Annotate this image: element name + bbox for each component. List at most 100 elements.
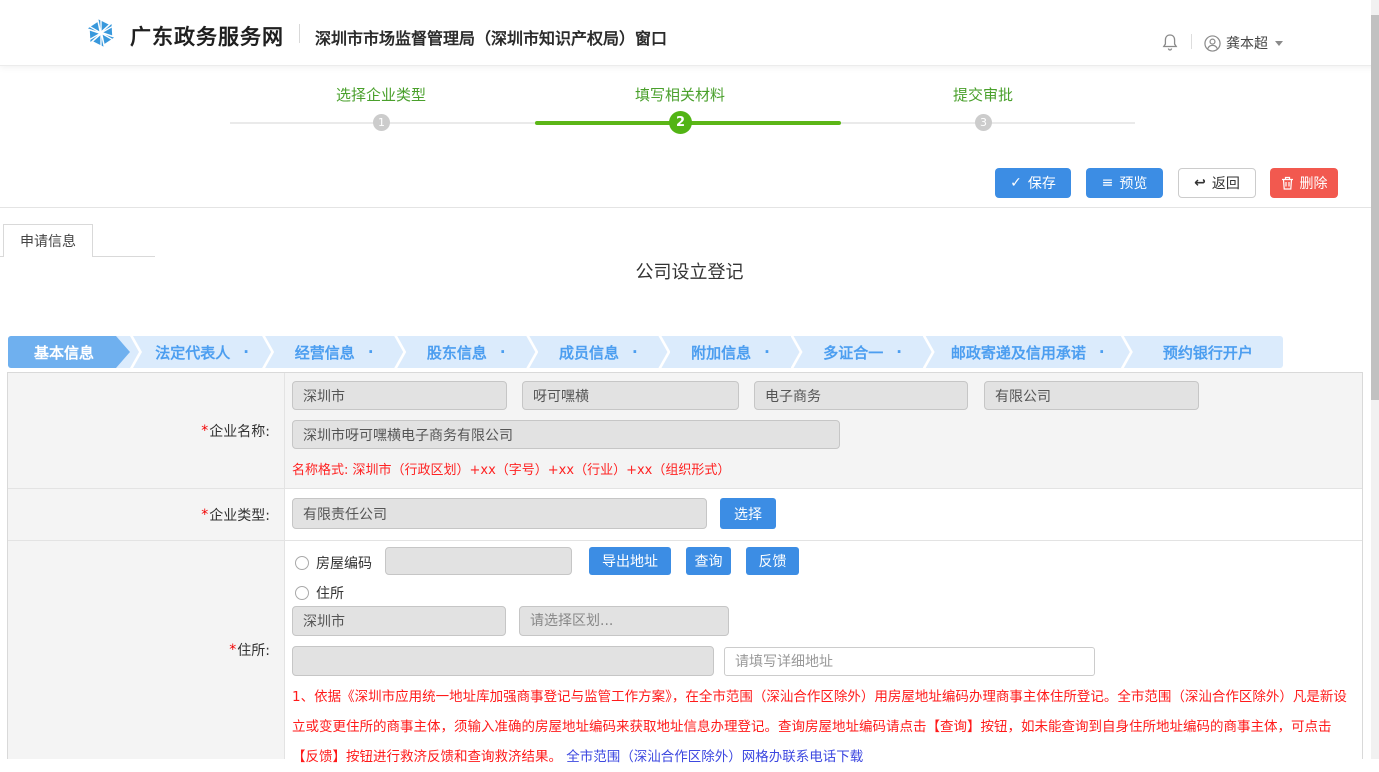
user-icon bbox=[1204, 35, 1221, 52]
company-full-name-input[interactable] bbox=[292, 420, 840, 449]
house-code-radio-label: 房屋编码 bbox=[316, 553, 372, 573]
nav-dot: · bbox=[1099, 343, 1105, 361]
nav-tab-label: 邮政寄递及信用承诺 bbox=[951, 342, 1086, 363]
label-text: 企业名称: bbox=[209, 421, 270, 441]
nav-tab-basic-info[interactable]: 基本信息 bbox=[8, 336, 130, 368]
basic-info-form: * 企业名称: 名称格式: 深圳市（行政区划）+xx（字号）+xx（行业）+xx… bbox=[7, 372, 1363, 759]
required-mark: * bbox=[201, 507, 208, 523]
house-code-input[interactable] bbox=[385, 547, 572, 575]
company-name-region-input[interactable] bbox=[292, 381, 507, 410]
back-button-label: 返回 bbox=[1212, 173, 1240, 193]
address-radio[interactable] bbox=[295, 586, 309, 600]
header-divider-2 bbox=[1191, 34, 1192, 49]
user-name: 龚本超 bbox=[1226, 33, 1268, 53]
export-address-button[interactable]: 导出地址 bbox=[589, 547, 671, 575]
chevron-right-icon bbox=[923, 336, 935, 368]
window-title: 深圳市市场监督管理局（深圳市知识产权局）窗口 bbox=[315, 25, 667, 49]
chevron-right-icon bbox=[394, 336, 406, 368]
scrollbar-track[interactable] bbox=[1371, 0, 1379, 759]
back-button[interactable]: ↩ 返回 bbox=[1178, 168, 1256, 198]
chevron-right-icon bbox=[262, 336, 274, 368]
delete-button[interactable]: 删除 bbox=[1270, 168, 1338, 198]
required-mark: * bbox=[229, 642, 236, 658]
preview-button[interactable]: ≡ 预览 bbox=[1086, 168, 1163, 198]
grid-office-phone-download-link[interactable]: 全市范围（深汕合作区除外）网格办联系电话下载 bbox=[566, 749, 863, 765]
page: 广东政务服务网 深圳市市场监督管理局（深圳市知识产权局）窗口 龚本超 选择企业类… bbox=[0, 0, 1379, 759]
gdzwfw-logo-icon bbox=[84, 16, 118, 50]
step-circle-3: 3 bbox=[975, 114, 992, 131]
preview-button-label: 预览 bbox=[1119, 173, 1147, 193]
nav-dot: · bbox=[632, 343, 638, 361]
address-row: * 住所: 房屋编码 导出地址 查询 反馈 住所 bbox=[8, 541, 1362, 759]
step-label-3: 提交审批 bbox=[873, 84, 1093, 105]
house-code-radio[interactable] bbox=[295, 556, 309, 570]
nav-tab-business-info[interactable]: 经营信息 · bbox=[274, 342, 394, 363]
nav-dot: · bbox=[368, 343, 374, 361]
nav-tab-label: 经营信息 bbox=[295, 342, 355, 363]
brand-title: 广东政务服务网 bbox=[130, 21, 284, 51]
step-circle-1: 1 bbox=[373, 114, 390, 131]
save-button[interactable]: ✓ 保存 bbox=[995, 168, 1071, 198]
list-icon: ≡ bbox=[1102, 176, 1114, 190]
address-city-input[interactable] bbox=[292, 606, 506, 636]
nav-tab-label: 附加信息 bbox=[691, 342, 751, 363]
nav-tab-label: 股东信息 bbox=[427, 342, 487, 363]
nav-tab-label: 多证合一 bbox=[823, 342, 883, 363]
nav-tab-additional-info[interactable]: 附加信息 · bbox=[670, 342, 790, 363]
bell-icon[interactable] bbox=[1162, 33, 1178, 51]
step-circle-2-active: 2 bbox=[669, 111, 692, 134]
query-button[interactable]: 查询 bbox=[686, 547, 731, 575]
chevron-down-icon bbox=[1275, 41, 1283, 46]
nav-tab-label: 成员信息 bbox=[559, 342, 619, 363]
nav-dot: · bbox=[243, 343, 249, 361]
page-title: 公司设立登记 bbox=[0, 258, 1379, 284]
chevron-right-icon bbox=[526, 336, 538, 368]
address-radio-label: 住所 bbox=[316, 583, 344, 603]
check-icon: ✓ bbox=[1010, 176, 1022, 190]
label-text: 企业类型: bbox=[209, 505, 270, 525]
company-name-format-hint: 名称格式: 深圳市（行政区划）+xx（字号）+xx（行业）+xx（组织形式） bbox=[292, 459, 730, 478]
required-mark: * bbox=[201, 423, 208, 439]
nav-tab-multi-license[interactable]: 多证合一 · bbox=[803, 342, 923, 363]
save-button-label: 保存 bbox=[1028, 173, 1056, 193]
address-street-input[interactable] bbox=[292, 646, 714, 676]
nav-tab-shareholder-info[interactable]: 股东信息 · bbox=[406, 342, 526, 363]
nav-dot: · bbox=[764, 343, 770, 361]
chevron-right-icon bbox=[1121, 336, 1133, 368]
company-name-orgform-input[interactable] bbox=[984, 381, 1199, 410]
nav-tab-label: 预约银行开户 bbox=[1163, 342, 1253, 363]
step-label-2: 填写相关材料 bbox=[570, 84, 790, 105]
company-name-label: * 企业名称: bbox=[8, 373, 285, 488]
step-label-1: 选择企业类型 bbox=[271, 84, 491, 105]
address-district-select[interactable] bbox=[519, 606, 729, 636]
header-divider bbox=[299, 24, 300, 43]
feedback-button[interactable]: 反馈 bbox=[746, 547, 799, 575]
user-menu[interactable]: 龚本超 bbox=[1204, 33, 1283, 53]
company-name-row: * 企业名称: 名称格式: 深圳市（行政区划）+xx（字号）+xx（行业）+xx… bbox=[8, 373, 1362, 489]
chevron-right-icon bbox=[658, 336, 670, 368]
company-type-label: * 企业类型: bbox=[8, 489, 285, 540]
address-detail-input[interactable] bbox=[724, 647, 1095, 676]
nav-tab-bank-appointment[interactable]: 预约银行开户 bbox=[1133, 342, 1283, 363]
nav-tab-legal-representative[interactable]: 法定代表人 · bbox=[142, 342, 262, 363]
chevron-right-icon bbox=[791, 336, 803, 368]
top-header: 广东政务服务网 深圳市市场监督管理局（深圳市知识产权局）窗口 龚本超 bbox=[0, 0, 1379, 66]
tab-application-info[interactable]: 申请信息 bbox=[3, 224, 93, 257]
scrollbar-thumb[interactable] bbox=[1371, 15, 1379, 400]
back-arrow-icon: ↩ bbox=[1194, 176, 1206, 190]
form-section-nav: 基本信息 法定代表人 · 经营信息 · 股东信息 · 成员信息 · 附加信息 ·… bbox=[8, 336, 1283, 368]
company-name-tradename-input[interactable] bbox=[522, 381, 739, 410]
chevron-right-icon bbox=[130, 336, 142, 368]
company-type-row: * 企业类型: 选择 bbox=[8, 489, 1362, 541]
company-type-select-button[interactable]: 选择 bbox=[720, 498, 776, 529]
company-name-industry-input[interactable] bbox=[754, 381, 968, 410]
nav-dot: · bbox=[896, 343, 902, 361]
nav-tab-member-info[interactable]: 成员信息 · bbox=[538, 342, 658, 363]
section-divider bbox=[0, 207, 1379, 208]
address-label: * 住所: bbox=[8, 541, 285, 759]
company-type-input[interactable] bbox=[292, 498, 707, 529]
trash-icon bbox=[1281, 176, 1294, 190]
label-text: 住所: bbox=[237, 640, 270, 660]
nav-tab-label: 法定代表人 bbox=[155, 342, 230, 363]
nav-tab-postal-credit[interactable]: 邮政寄递及信用承诺 · bbox=[935, 342, 1121, 363]
